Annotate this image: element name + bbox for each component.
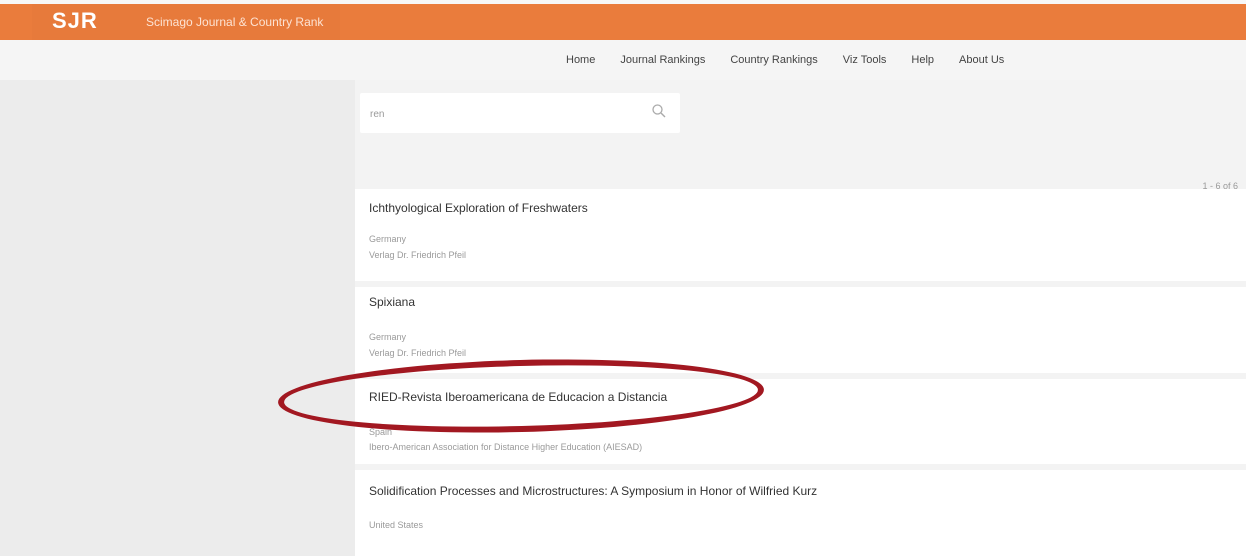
nav-about-us[interactable]: About Us (959, 54, 1004, 66)
nav-viz-tools[interactable]: Viz Tools (843, 54, 887, 66)
sjr-logo[interactable]: SJR (52, 8, 98, 34)
journal-publisher: Verlag Dr. Friedrich Pfeil (369, 250, 467, 260)
result-card[interactable]: Ichthyological Exploration of Freshwater… (355, 189, 1246, 281)
journal-title[interactable]: Spixiana (369, 295, 415, 309)
nav-country-rankings[interactable]: Country Rankings (730, 54, 817, 66)
search-input[interactable] (368, 105, 642, 123)
journal-publisher: Verlag Dr. Friedrich Pfeil (369, 348, 467, 358)
nav-help[interactable]: Help (911, 54, 934, 66)
journal-publisher: Ibero-American Association for Distance … (369, 442, 643, 452)
result-card[interactable]: Solidification Processes and Microstruct… (355, 470, 1246, 556)
journal-title[interactable]: Solidification Processes and Microstruct… (369, 484, 817, 498)
journal-country: United States (369, 520, 424, 530)
journal-country: Germany (369, 332, 407, 342)
journal-title[interactable]: Ichthyological Exploration of Freshwater… (369, 201, 588, 215)
search-box (360, 93, 680, 133)
main-nav: Home Journal Rankings Country Rankings V… (0, 40, 1246, 80)
top-bar: SJR Scimago Journal & Country Rank (0, 0, 1246, 40)
journal-country: Germany (369, 234, 407, 244)
nav-journal-rankings[interactable]: Journal Rankings (620, 54, 705, 66)
nav-home[interactable]: Home (566, 54, 595, 66)
search-icon[interactable] (651, 103, 667, 119)
site-title[interactable]: Scimago Journal & Country Rank (146, 15, 323, 29)
